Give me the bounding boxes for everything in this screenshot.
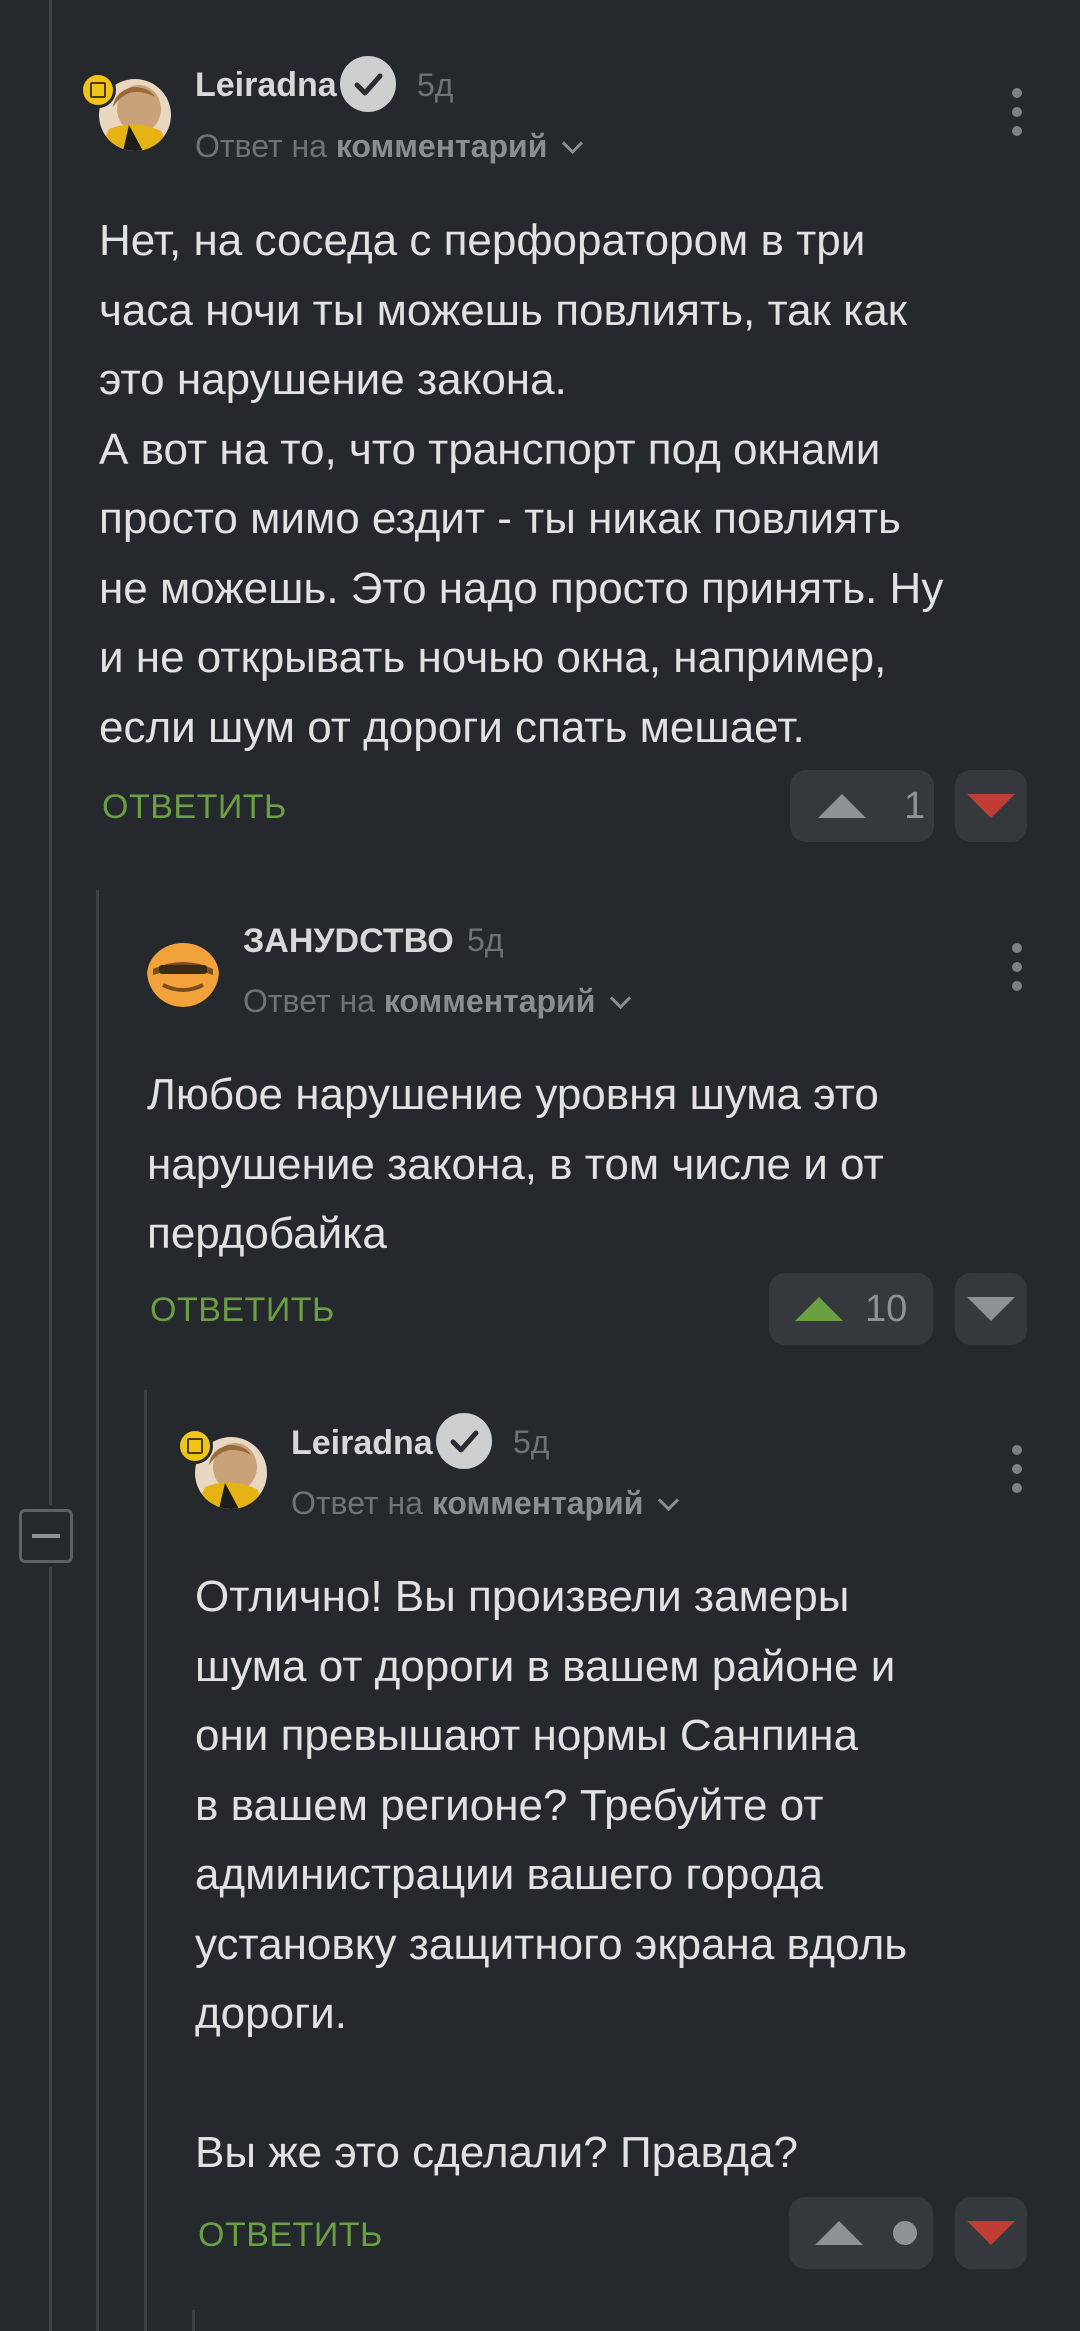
upvote-arrow-icon: [815, 2221, 863, 2245]
reply-to-link[interactable]: Ответ на комментарий: [195, 128, 584, 165]
hidden-score-dot: [893, 2221, 917, 2245]
verified-check-icon: [436, 1413, 492, 1469]
thread-line-level-3: [192, 2310, 195, 2331]
upvote-button[interactable]: 1: [790, 770, 934, 842]
comment-time[interactable]: 5д: [467, 922, 503, 959]
reply-target: комментарий: [383, 983, 596, 1019]
downvote-arrow-icon: [967, 1297, 1015, 1321]
more-vertical-icon[interactable]: [997, 937, 1037, 997]
author-name[interactable]: Leiradna: [195, 66, 337, 105]
more-vertical-icon[interactable]: [997, 1439, 1037, 1499]
collapse-minus-icon: [32, 1534, 60, 1538]
vote-score: 1: [904, 784, 926, 827]
verified-check-icon: [340, 56, 396, 112]
community-badge-icon: [177, 1428, 213, 1464]
collapse-thread-button[interactable]: [19, 1509, 73, 1563]
comment-time[interactable]: 5д: [513, 1424, 549, 1461]
reply-to-link[interactable]: Ответ на комментарий: [291, 1485, 680, 1522]
reply-prefix: Ответ на: [291, 1485, 423, 1521]
reply-button[interactable]: ОТВЕТИТЬ: [102, 788, 287, 827]
author-name[interactable]: Leiradna: [291, 1424, 433, 1463]
reply-prefix: Ответ на: [243, 983, 375, 1019]
vote-score: 10: [865, 1287, 908, 1330]
upvote-button[interactable]: [789, 2197, 933, 2269]
comment-text: Любое нарушение уровня шума это нарушени…: [147, 1070, 884, 1258]
chevron-down-icon: [658, 1489, 680, 1512]
reply-target: комментарий: [431, 1485, 644, 1521]
reply-target: комментарий: [335, 128, 548, 164]
reply-button[interactable]: ОТВЕТИТЬ: [150, 1291, 335, 1330]
chevron-down-icon: [562, 132, 584, 155]
downvote-button[interactable]: [955, 1273, 1027, 1345]
comment-time[interactable]: 5д: [417, 67, 453, 104]
author-name[interactable]: ЗАНУDСТВО: [243, 922, 454, 961]
reply-button[interactable]: ОТВЕТИТЬ: [198, 2216, 383, 2255]
downvote-button[interactable]: [955, 770, 1027, 842]
community-badge-icon: [80, 72, 116, 108]
chevron-down-icon: [610, 987, 632, 1010]
comment-text: Отлично! Вы произвели замеры шума от дор…: [195, 1572, 908, 2177]
downvote-arrow-icon: [967, 2221, 1015, 2245]
upvote-button[interactable]: 10: [769, 1273, 933, 1345]
reply-to-link[interactable]: Ответ на комментарий: [243, 983, 632, 1020]
downvote-button[interactable]: [955, 2197, 1027, 2269]
thread-line-level-0-lower: [49, 1567, 52, 2331]
thread-line-level-1: [96, 890, 99, 2331]
reply-prefix: Ответ на: [195, 128, 327, 164]
comment-text: Нет, на соседа с перфоратором в три часа…: [99, 216, 944, 752]
upvote-arrow-icon: [795, 1297, 843, 1321]
thread-line-level-2: [144, 1390, 147, 2331]
downvote-arrow-icon: [967, 794, 1015, 818]
thread-line-level-0: [49, 0, 52, 1505]
more-vertical-icon[interactable]: [997, 82, 1037, 142]
upvote-arrow-icon: [818, 794, 866, 818]
avatar[interactable]: [147, 935, 219, 1007]
